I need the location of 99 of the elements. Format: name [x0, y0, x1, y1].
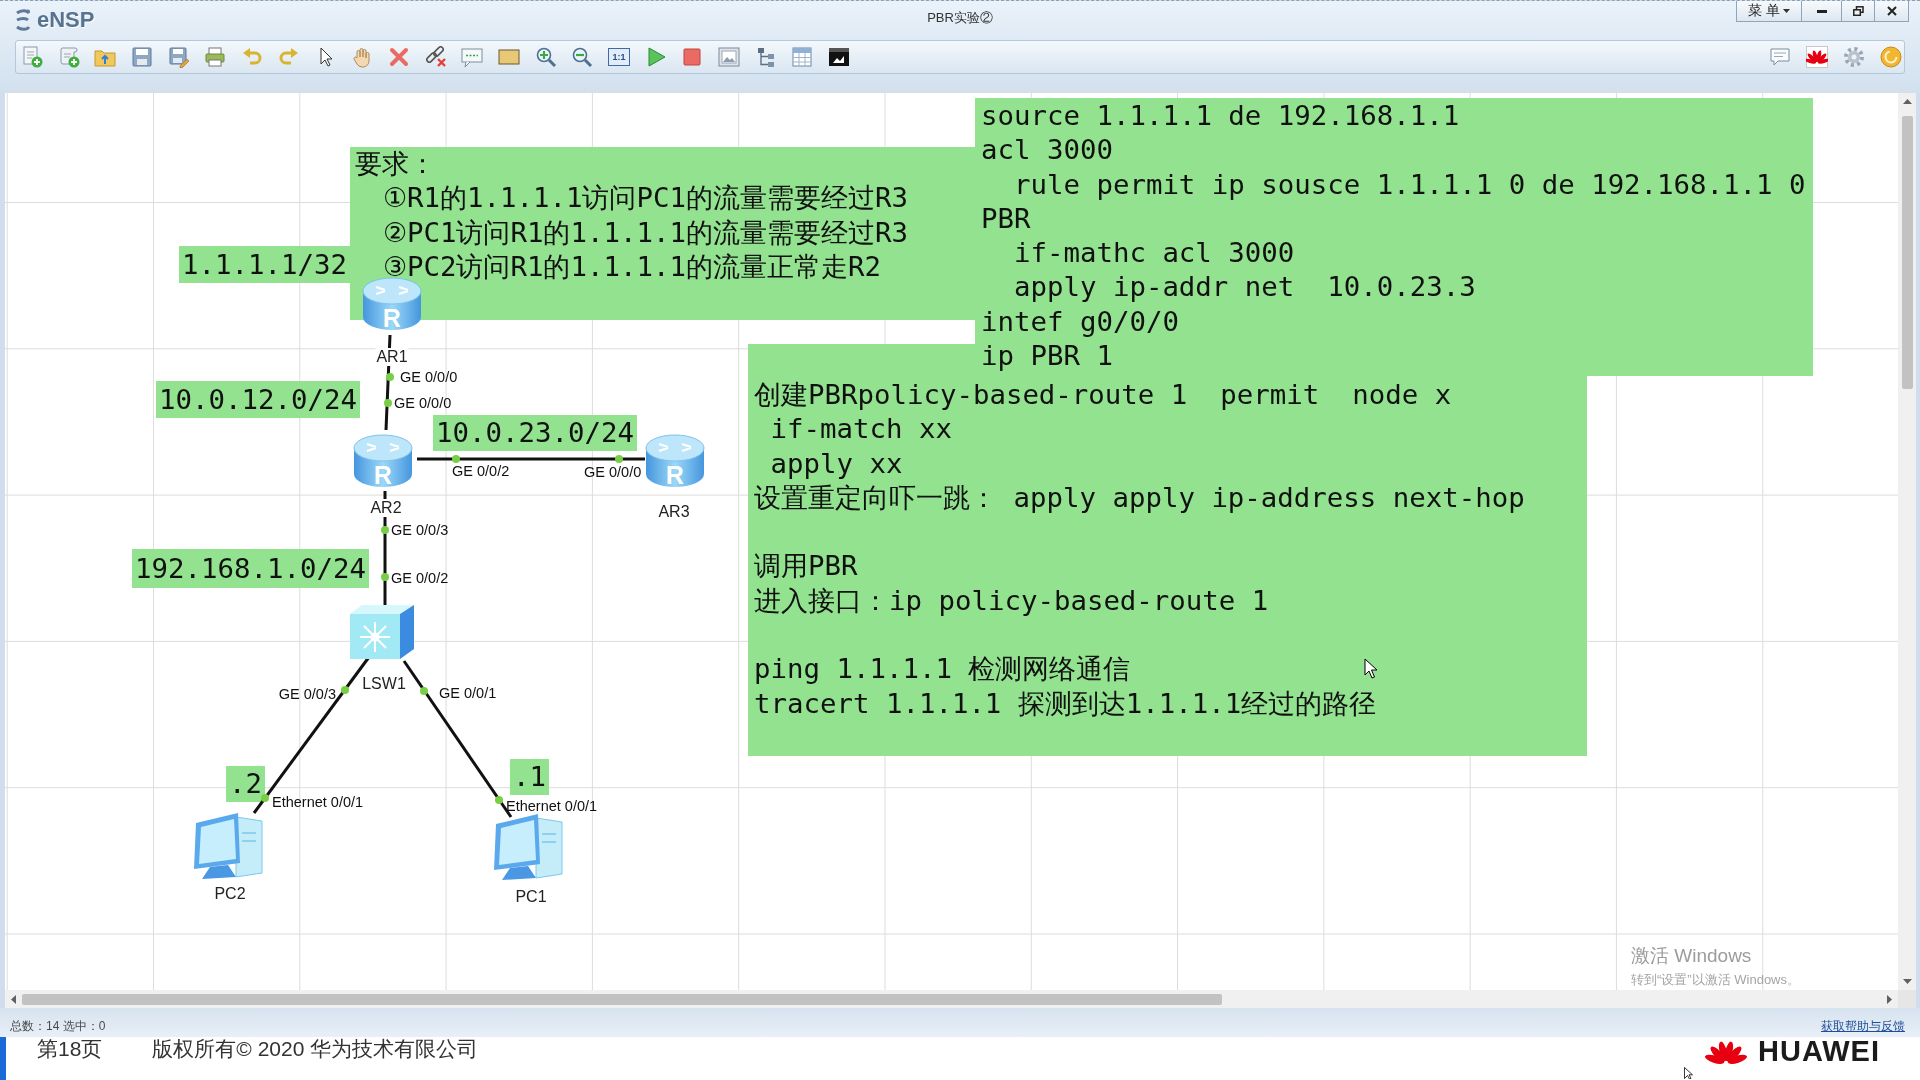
code-line: apply ip-addr net 10.0.23.3 [1013, 270, 1476, 305]
settings-icon[interactable] [1843, 46, 1865, 68]
scrollbar-corner [1898, 990, 1916, 1008]
requirement-item: ①R1的1.1.1.1访问PC1的流量需要经过R3 [383, 181, 908, 216]
page-plus-icon[interactable] [21, 46, 43, 68]
picture-frame-icon[interactable] [718, 46, 741, 68]
actual-size-button[interactable]: 1:1 [608, 48, 630, 66]
code-line: rule permit ip sousce 1.1.1.1 0 de 192.168.1.1 0 [1013, 167, 1806, 202]
page-number: 第18页 [37, 1037, 103, 1061]
requirement-item: ②PC1访问R1的1.1.1.1的流量需要经过R3 [383, 215, 908, 250]
port-label: GE 0/0/0 [400, 369, 458, 385]
close-icon [1886, 6, 1897, 16]
address-label: 10.0.23.0/24 [433, 415, 637, 451]
menu-button[interactable]: 菜 单 [1736, 1, 1802, 22]
minimize-icon [1816, 9, 1827, 13]
caret-up-icon[interactable] [1902, 99, 1912, 104]
port-dot-icon [495, 796, 503, 804]
flower-logo-icon[interactable] [1806, 46, 1828, 68]
code-line: intef g0/0/0 [981, 304, 1179, 339]
speech-bubble-icon[interactable] [461, 46, 484, 68]
port-label: GE 0/0/3 [278, 686, 336, 702]
port-label: GE 0/0/1 [439, 685, 497, 701]
help-link[interactable]: 获取帮助与反馈 [1821, 1017, 1905, 1035]
port-dot-icon [381, 526, 389, 534]
address-label: .2 [226, 766, 265, 802]
copyright-text: 版权所有© 2020 华为技术有限公司 [152, 1037, 479, 1061]
rectangle-icon[interactable] [497, 46, 520, 68]
activation-title: 激活 Windows [1631, 945, 1752, 967]
address-label: .1 [510, 759, 549, 795]
port-dot-icon [452, 455, 460, 463]
printer-icon[interactable] [204, 46, 227, 68]
close-button[interactable] [1874, 1, 1909, 22]
switch-icon[interactable] [350, 605, 414, 659]
redo-icon[interactable] [277, 46, 300, 68]
port-dot-icon [341, 686, 349, 694]
zoom-out-icon[interactable] [571, 46, 594, 68]
port-dot-icon [420, 687, 428, 695]
vertical-scrollbar[interactable] [1898, 93, 1916, 990]
scrollbar-thumb[interactable] [1901, 116, 1913, 389]
code-line: source 1.1.1.1 de 192.168.1.1 [981, 99, 1460, 133]
port-label: GE 0/0/2 [391, 570, 449, 586]
code-line: if-mathc acl 3000 [1013, 236, 1295, 271]
app-logo-icon [14, 9, 32, 31]
note-line: 进入接口：ip policy-based-route 1 [754, 583, 1269, 618]
restore-button[interactable] [1841, 1, 1875, 22]
address-label: 10.0.12.0/24 [156, 381, 360, 418]
table-icon[interactable] [791, 46, 814, 68]
link-cross-icon[interactable] [424, 46, 447, 68]
delete-icon[interactable] [387, 46, 410, 68]
note-line: ping 1.1.1.1 检测网络通信 [754, 652, 1131, 687]
horizontal-scrollbar[interactable] [5, 990, 1898, 1008]
chat-icon[interactable] [1769, 46, 1791, 68]
activation-hint: 转到“设置”以激活 Windows。 [1631, 972, 1800, 988]
note-title: 要求： [355, 147, 436, 181]
caret-left-icon[interactable] [11, 994, 16, 1004]
scroll-plus-icon[interactable] [57, 46, 80, 68]
scrollbar-thumb[interactable] [22, 993, 1222, 1005]
address-label: 192.168.1.0/24 [132, 549, 369, 588]
note-line: if-match xx [770, 412, 952, 447]
port-dot-icon [381, 573, 389, 581]
note-line: 调用PBR [754, 549, 858, 584]
note-line: tracert 1.1.1.1 探测到达1.1.1.1经过的路径 [754, 686, 1377, 721]
circle-arc-icon[interactable] [1880, 46, 1902, 68]
floppy-pencil-icon[interactable] [167, 46, 190, 68]
window-title: PBR实验② [927, 9, 993, 26]
caret-down-icon[interactable] [1902, 979, 1912, 984]
note-line: apply xx [770, 446, 903, 481]
caret-right-icon[interactable] [1887, 994, 1892, 1004]
note-line: 创建PBRpolicy-based-route 1 permit node x [754, 378, 1452, 412]
code-line: PBR [981, 201, 1031, 236]
undo-icon[interactable] [241, 46, 264, 68]
save-icon[interactable] [131, 46, 154, 68]
code-line: ip PBR 1 [981, 339, 1113, 374]
address-label: 1.1.1.1/32 [179, 246, 350, 283]
port-label: GE 0/0/0 [584, 464, 642, 480]
minimize-button[interactable] [1801, 1, 1842, 22]
code-line: acl 3000 [981, 133, 1113, 168]
note-line: 设置重定向吓一跳： apply apply ip-address next-hop [754, 480, 1525, 515]
port-dot-icon [261, 794, 269, 802]
device-label: AR2 [369, 499, 403, 517]
status-summary: 总数：14 选中：0 [10, 1018, 106, 1035]
restore-icon [1852, 6, 1864, 16]
port-label: GE 0/0/0 [394, 395, 452, 411]
stop-icon[interactable] [681, 46, 704, 68]
device-label: AR1 [375, 348, 409, 366]
port-dot-icon [386, 373, 394, 381]
mouse-pointer-icon [1364, 658, 1377, 679]
port-dot-icon [384, 399, 392, 407]
port-label: Ethernet 0/0/1 [506, 798, 598, 814]
port-label: Ethernet 0/0/1 [272, 794, 364, 810]
app-name: eNSP [37, 8, 95, 32]
zoom-in-icon[interactable] [534, 46, 557, 68]
brand-name: HUAWEI [1758, 1037, 1880, 1065]
port-dot-icon [615, 455, 623, 463]
port-label: GE 0/0/3 [391, 522, 449, 538]
requirement-item: ③PC2访问R1的1.1.1.1的流量正常走R2 [383, 249, 881, 284]
port-label: GE 0/0/2 [452, 463, 510, 479]
caret-icon [1782, 9, 1790, 13]
window-image-icon[interactable] [828, 46, 851, 68]
